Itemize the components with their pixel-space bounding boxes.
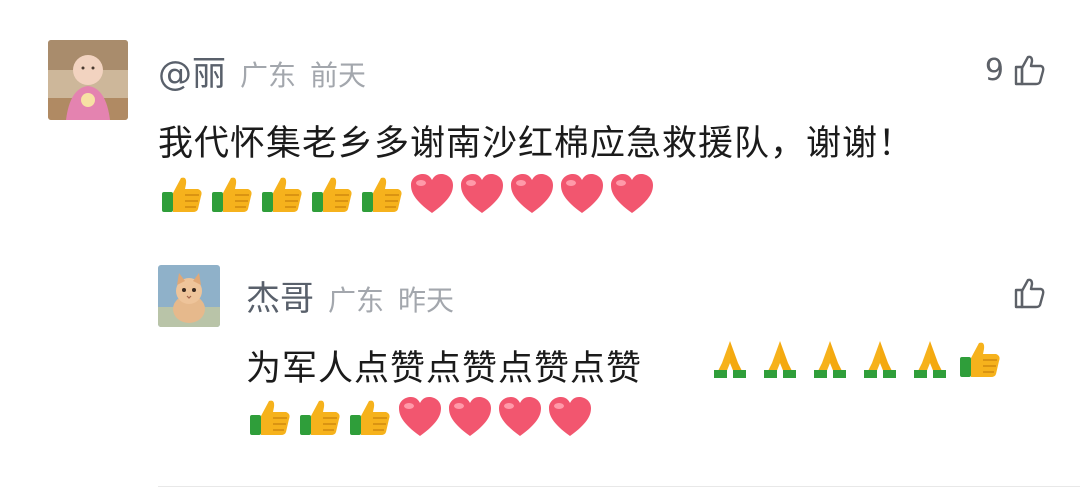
heart-emoji-icon bbox=[458, 172, 506, 216]
heart-emoji-icon bbox=[396, 395, 444, 439]
divider bbox=[158, 486, 1080, 487]
comment-location: 广东 bbox=[240, 59, 297, 92]
thumbs-up-emoji-icon bbox=[246, 395, 294, 439]
heart-emoji-icon bbox=[408, 172, 456, 216]
thumbs-up-emoji-icon bbox=[296, 395, 344, 439]
comment-time: 前天 bbox=[310, 59, 367, 92]
heart-emoji-icon bbox=[508, 172, 556, 216]
like-count: 9 bbox=[984, 52, 1004, 88]
heart-emoji-icon bbox=[546, 395, 594, 439]
thumbs-up-emoji-icon bbox=[346, 395, 394, 439]
thumbs-up-emoji-icon bbox=[358, 172, 406, 216]
heart-emoji-icon bbox=[496, 395, 544, 439]
thumbs-up-emoji-icon bbox=[956, 337, 1004, 381]
folded-hands-emoji-icon bbox=[806, 337, 854, 381]
heart-emoji-icon bbox=[558, 172, 606, 216]
folded-hands-emoji-icon bbox=[706, 337, 754, 381]
like-button[interactable] bbox=[1012, 275, 1048, 311]
heart-emoji-icon bbox=[446, 395, 494, 439]
folded-hands-emoji-icon bbox=[906, 337, 954, 381]
folded-hands-emoji-icon bbox=[856, 337, 904, 381]
reply-location: 广东 bbox=[328, 284, 385, 317]
thumbs-up-icon bbox=[1014, 55, 1045, 86]
comment-text: 我代怀集老乡多谢南沙红棉应急救援队，谢谢！ bbox=[158, 124, 915, 164]
thumbs-up-emoji-icon bbox=[158, 172, 206, 216]
thumbs-up-emoji-icon bbox=[308, 172, 356, 216]
like-button[interactable]: 9 bbox=[985, 52, 1048, 88]
reply-time: 昨天 bbox=[398, 284, 455, 317]
thumbs-up-icon bbox=[1014, 278, 1045, 309]
emoji-row bbox=[706, 337, 1004, 381]
folded-hands-emoji-icon bbox=[756, 337, 804, 381]
thumbs-up-emoji-icon bbox=[208, 172, 256, 216]
thumbs-up-emoji-icon bbox=[258, 172, 306, 216]
comment-author[interactable]: @丽 bbox=[158, 46, 226, 95]
avatar[interactable] bbox=[158, 265, 220, 327]
emoji-row bbox=[246, 395, 594, 439]
heart-emoji-icon bbox=[608, 172, 656, 216]
reply-author[interactable]: 杰哥 bbox=[246, 271, 314, 320]
reply-text: 为军人点赞点赞点赞点赞 bbox=[246, 349, 643, 389]
emoji-row bbox=[158, 172, 656, 216]
avatar[interactable] bbox=[48, 40, 128, 120]
